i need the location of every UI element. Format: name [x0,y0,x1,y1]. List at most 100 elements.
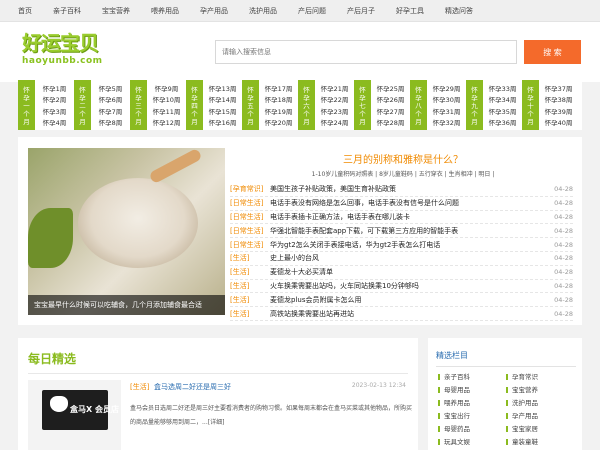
nav-link[interactable]: 首页 [18,6,32,16]
week-link[interactable]: 怀孕33周 [483,83,522,93]
month-label[interactable]: 怀孕十个月 [522,80,539,130]
side-link[interactable]: 孕产用品 [506,411,574,422]
week-link[interactable]: 怀孕7周 [91,106,130,116]
news-row[interactable]: [日常生活] 华为gt2怎么关闭手表接电话，华为gt2手表怎么打电话 04-28 [230,238,573,252]
daily-thumbnail[interactable]: 盒马X 会员店 [28,380,121,450]
news-category[interactable]: [生活] [230,295,270,305]
news-category[interactable]: [生活] [230,281,270,291]
week-link[interactable]: 怀孕26周 [371,94,410,104]
week-link[interactable]: 怀孕40周 [539,117,578,127]
week-link[interactable]: 怀孕37周 [539,83,578,93]
featured-caption[interactable]: 宝宝最早什么时候可以吃辅食，几个月添加辅食最合适 [28,295,225,315]
week-link[interactable]: 怀孕11周 [147,106,186,116]
news-row[interactable]: [日常生活] 电话手表插卡正确方法，电话手表在哪儿装卡 04-28 [230,211,573,225]
month-label[interactable]: 怀孕一个月 [18,80,35,130]
news-category[interactable]: [日常生活] [230,240,270,250]
news-category[interactable]: [日常生活] [230,198,270,208]
side-link[interactable]: 宝宝出行 [438,411,506,422]
news-title[interactable]: 史上最小的台风 [270,253,553,263]
news-title[interactable]: 美国生孩子补贴政策，美国生育补贴政策 [270,184,553,194]
side-link[interactable]: 喂养用品 [438,398,506,409]
nav-link[interactable]: 孕产用品 [200,6,228,16]
side-link[interactable]: 宝宝家居 [506,424,574,435]
news-category[interactable]: [日常生活] [230,212,270,222]
search-input[interactable] [215,40,517,64]
week-link[interactable]: 怀孕27周 [371,106,410,116]
week-link[interactable]: 怀孕39周 [539,106,578,116]
month-label[interactable]: 怀孕八个月 [410,80,427,130]
week-link[interactable]: 怀孕28周 [371,117,410,127]
nav-link[interactable]: 产后问题 [298,6,326,16]
daily-title-link[interactable]: 盒马选周二好还是周三好 [154,382,231,392]
side-link[interactable]: 亲子百科 [438,372,506,383]
week-link[interactable]: 怀孕18周 [259,94,298,104]
week-link[interactable]: 怀孕35周 [483,106,522,116]
month-label[interactable]: 怀孕二个月 [74,80,91,130]
side-link[interactable]: 孕育常识 [506,372,574,383]
side-link[interactable]: 宝宝营养 [506,385,574,396]
news-title[interactable]: 华强北智能手表配套app下载，可下载第三方应用的智能手表 [270,226,553,236]
nav-link[interactable]: 亲子百科 [53,6,81,16]
week-link[interactable]: 怀孕12周 [147,117,186,127]
week-link[interactable]: 怀孕31周 [427,106,466,116]
news-row[interactable]: [生活] 麦德龙plus会员附属卡怎么用 04-28 [230,293,573,308]
nav-link[interactable]: 好孕工具 [396,6,424,16]
search-button[interactable]: 搜 索 [524,40,581,64]
news-row[interactable]: [生活] 史上最小的台风 04-28 [230,252,573,266]
week-link[interactable]: 怀孕3周 [35,106,74,116]
week-link[interactable]: 怀孕29周 [427,83,466,93]
week-link[interactable]: 怀孕14周 [203,94,242,104]
week-link[interactable]: 怀孕30周 [427,94,466,104]
week-link[interactable]: 怀孕32周 [427,117,466,127]
week-link[interactable]: 怀孕23周 [315,106,354,116]
week-link[interactable]: 怀孕38周 [539,94,578,104]
week-link[interactable]: 怀孕17周 [259,83,298,93]
news-row[interactable]: [生活] 高铁站换乘需要出站再进站 04-28 [230,307,573,321]
week-link[interactable]: 怀孕19周 [259,106,298,116]
month-label[interactable]: 怀孕七个月 [354,80,371,130]
week-link[interactable]: 怀孕1周 [35,83,74,93]
week-link[interactable]: 怀孕15周 [203,106,242,116]
news-row[interactable]: [日常生活] 华强北智能手表配套app下载，可下载第三方应用的智能手表 04-28 [230,224,573,239]
news-row[interactable]: [生活] 火车换乘需要出站吗，火车同站换乘10分钟够吗 04-28 [230,280,573,294]
nav-link[interactable]: 宝宝营养 [102,6,130,16]
news-category[interactable]: [日常生活] [230,226,270,236]
featured-image[interactable]: 宝宝最早什么时候可以吃辅食，几个月添加辅食最合适 [28,148,225,315]
week-link[interactable]: 怀孕34周 [483,94,522,104]
month-label[interactable]: 怀孕九个月 [466,80,483,130]
nav-link[interactable]: 产后月子 [347,6,375,16]
week-link[interactable]: 怀孕10周 [147,94,186,104]
news-title[interactable]: 电话手表没有网络是怎么回事，电话手表没有信号是什么问题 [270,198,553,208]
news-row[interactable]: [生活] 麦德龙十大必买清单 04-28 [230,266,573,280]
side-link[interactable]: 洗护用品 [506,398,574,409]
week-link[interactable]: 怀孕20周 [259,117,298,127]
month-label[interactable]: 怀孕四个月 [186,80,203,130]
week-link[interactable]: 怀孕8周 [91,117,130,127]
nav-link[interactable]: 精选问答 [445,6,473,16]
site-logo[interactable]: 好运宝贝 haoyunbb.com [22,32,122,72]
nav-link[interactable]: 洗护用品 [249,6,277,16]
news-row[interactable]: [孕育常识] 美国生孩子补贴政策，美国生育补贴政策 04-28 [230,183,573,197]
week-link[interactable]: 怀孕21周 [315,83,354,93]
month-label[interactable]: 怀孕五个月 [242,80,259,130]
week-link[interactable]: 怀孕36周 [483,117,522,127]
nav-link[interactable]: 喂养用品 [151,6,179,16]
news-title[interactable]: 麦德龙十大必买清单 [270,267,553,277]
side-link[interactable]: 母婴药品 [438,424,506,435]
week-link[interactable]: 怀孕16周 [203,117,242,127]
news-category[interactable]: [生活] [230,267,270,277]
month-label[interactable]: 怀孕六个月 [298,80,315,130]
news-title[interactable]: 高铁站换乘需要出站再进站 [270,309,553,319]
side-link[interactable]: 母婴用品 [438,385,506,396]
week-link[interactable]: 怀孕5周 [91,83,130,93]
news-category[interactable]: [生活] [230,309,270,319]
week-link[interactable]: 怀孕9周 [147,83,186,93]
week-link[interactable]: 怀孕2周 [35,94,74,104]
week-link[interactable]: 怀孕25周 [371,83,410,93]
featured-headline[interactable]: 三月的别称和雅称是什么？ [233,151,573,166]
month-label[interactable]: 怀孕三个月 [130,80,147,130]
news-row[interactable]: [日常生活] 电话手表没有网络是怎么回事，电话手表没有信号是什么问题 04-28 [230,197,573,211]
side-link[interactable]: 玩具文娱 [438,437,506,448]
news-title[interactable]: 华为gt2怎么关闭手表接电话，华为gt2手表怎么打电话 [270,240,553,250]
featured-subline[interactable]: 1-10岁儿童积码对照表 | 8岁儿童鞋码 | 五行穿衣 | 生肖相冲 | 明日… [233,169,573,178]
